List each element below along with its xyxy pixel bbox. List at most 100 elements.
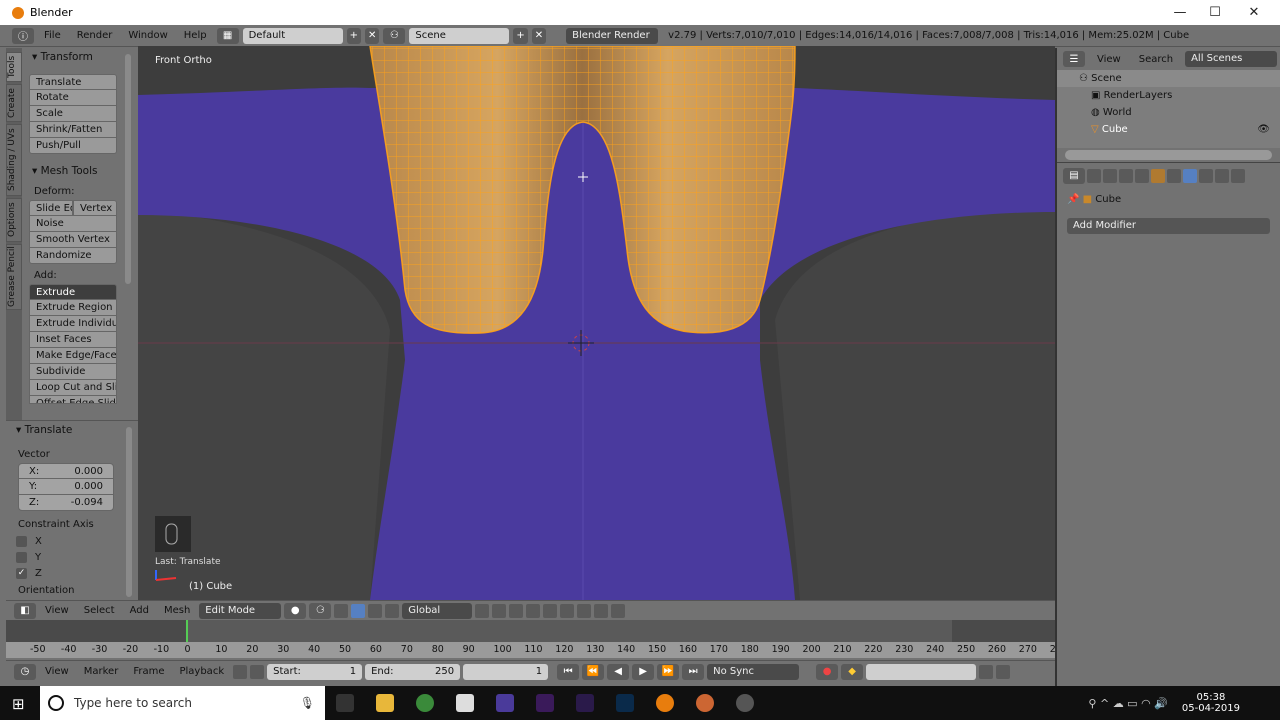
smooth-vertex-button[interactable]: Smooth Vertex xyxy=(29,232,117,248)
outliner-menu-view[interactable]: View xyxy=(1091,54,1127,65)
constraints-tab-icon[interactable] xyxy=(1167,168,1181,183)
outliner-menu-search[interactable]: Search xyxy=(1133,54,1179,65)
outliner-item-scene[interactable]: ⚇ Scene xyxy=(1057,70,1280,87)
play-reverse-button[interactable]: ◀ xyxy=(607,663,630,680)
inset-faces-button[interactable]: Inset Faces xyxy=(29,332,117,348)
pivot-icon[interactable]: ⚆ xyxy=(309,602,332,619)
face-select-icon[interactable] xyxy=(509,603,524,618)
operator-scrollbar[interactable] xyxy=(126,427,132,597)
timeline-editor-type-icon[interactable]: ◷ xyxy=(14,663,36,680)
microphone-icon[interactable]: 🎙 xyxy=(300,696,315,710)
firefox-icon[interactable] xyxy=(696,694,714,712)
menu-marker[interactable]: Marker xyxy=(78,666,125,677)
preview-range-icon[interactable] xyxy=(233,664,248,679)
rotate-manipulator-icon[interactable] xyxy=(368,603,383,618)
vertex-select-icon[interactable] xyxy=(475,603,490,618)
minimize-button[interactable]: — xyxy=(1160,0,1200,25)
snap-icon[interactable] xyxy=(560,603,575,618)
start-frame-field[interactable]: Start: 1 xyxy=(267,663,363,680)
layout-icon[interactable]: ▦ xyxy=(216,27,239,44)
constraint-x-checkbox[interactable]: X xyxy=(6,533,138,549)
translate-manipulator-icon[interactable] xyxy=(351,603,366,618)
remove-layout-button[interactable]: ✕ xyxy=(364,27,380,44)
substance-icon[interactable] xyxy=(496,694,514,712)
modifiers-tab-icon[interactable] xyxy=(1183,168,1197,183)
sync-select[interactable]: No Sync xyxy=(707,663,800,680)
menu-help[interactable]: Help xyxy=(178,30,213,41)
noise-button[interactable]: Noise xyxy=(29,216,117,232)
properties-editor-type-icon[interactable]: ▤ xyxy=(1063,167,1085,184)
lock-icon[interactable] xyxy=(250,664,265,679)
extrude-select[interactable]: Extrude xyxy=(29,284,117,300)
add-scene-button[interactable]: + xyxy=(513,27,528,44)
data-tab-icon[interactable] xyxy=(1199,168,1213,183)
translate-button[interactable]: Translate xyxy=(29,74,117,90)
premiere-icon[interactable] xyxy=(536,694,554,712)
limit-selection-icon[interactable] xyxy=(526,603,541,618)
record-button[interactable]: ● xyxy=(816,663,839,680)
tool-shelf-scrollbar[interactable] xyxy=(125,54,131,284)
menu-file[interactable]: File xyxy=(38,30,67,41)
object-tab-icon[interactable] xyxy=(1151,168,1165,183)
make-edge-face-button[interactable]: Make Edge/Face xyxy=(29,348,117,364)
translate-panel-header[interactable]: ▾ Translate xyxy=(6,421,138,439)
loop-cut-button[interactable]: Loop Cut and Sli... xyxy=(29,380,117,396)
current-frame-field[interactable]: 1 xyxy=(463,663,549,680)
menu-view[interactable]: View xyxy=(39,605,75,616)
timeline-area[interactable] xyxy=(6,620,1055,642)
end-frame-field[interactable]: End: 250 xyxy=(365,663,461,680)
scene-tab-icon[interactable] xyxy=(1119,168,1133,183)
outliner-item-cube[interactable]: ▽ Cube 👁 xyxy=(1057,121,1280,138)
constraint-y-checkbox[interactable]: Y xyxy=(6,549,138,565)
timeline-ruler[interactable]: -50 -40 -30 -20 -10 0 10 20 30 40 50 60 70 80 90 100 110… xyxy=(6,642,1068,658)
tab-grease-pencil[interactable]: Grease Pencil xyxy=(6,244,22,310)
texture-tab-icon[interactable] xyxy=(1231,168,1245,183)
render-tab-icon[interactable] xyxy=(1087,168,1101,183)
chrome-icon[interactable] xyxy=(416,694,434,712)
menu-view[interactable]: View xyxy=(39,666,75,677)
vector-x-field[interactable]: X: 0.000 xyxy=(18,463,114,479)
world-tab-icon[interactable] xyxy=(1135,168,1149,183)
extrude-individual-button[interactable]: Extrude Individual xyxy=(29,316,117,332)
vector-z-field[interactable]: Z: -0.094 xyxy=(18,495,114,511)
jump-end-button[interactable]: ⏭ xyxy=(682,663,705,680)
taskbar-clock[interactable]: 05:38 05-04-2019 xyxy=(1182,692,1240,714)
offset-edge-slide-button[interactable]: Offset Edge Slide xyxy=(29,396,117,404)
obs-icon[interactable] xyxy=(736,694,754,712)
layout-select[interactable]: Default xyxy=(242,27,343,44)
menu-window[interactable]: Window xyxy=(122,30,173,41)
extrude-region-button[interactable]: Extrude Region xyxy=(29,300,117,316)
blender-taskbar-icon[interactable] xyxy=(656,694,674,712)
editor-type-icon[interactable]: ◧ xyxy=(14,602,36,619)
outliner-filter-select[interactable]: All Scenes xyxy=(1185,51,1278,67)
task-view-icon[interactable] xyxy=(336,694,354,712)
render-layers-tab-icon[interactable] xyxy=(1103,168,1117,183)
opengl-render-icon[interactable] xyxy=(594,603,609,618)
3d-viewport[interactable]: Front Ortho Last: Translate (1) Cube xyxy=(138,46,1055,600)
scale-manipulator-icon[interactable] xyxy=(385,603,400,618)
slide-edge-button[interactable]: Slide Ed xyxy=(29,200,73,216)
viewport-canvas[interactable] xyxy=(138,46,1055,600)
render-engine-select[interactable]: Blender Render xyxy=(566,27,659,44)
insert-keyframe-icon[interactable] xyxy=(979,664,994,679)
tab-tools[interactable]: Tools xyxy=(6,52,22,82)
current-frame-marker[interactable] xyxy=(186,620,188,642)
viewport-shading-icon[interactable]: ● xyxy=(284,602,307,619)
tab-options[interactable]: Options xyxy=(6,198,22,242)
menu-playback[interactable]: Playback xyxy=(173,666,230,677)
subdivide-button[interactable]: Subdivide xyxy=(29,364,117,380)
transform-panel-header[interactable]: ▾ Transform xyxy=(22,48,138,66)
slide-vertex-button[interactable]: Vertex xyxy=(73,200,117,216)
play-button[interactable]: ▶ xyxy=(632,663,655,680)
remove-scene-button[interactable]: ✕ xyxy=(531,27,547,44)
scene-icon[interactable]: ⚇ xyxy=(383,27,406,44)
constraint-z-checkbox[interactable]: ✓ Z xyxy=(6,565,138,581)
maximize-button[interactable]: ☐ xyxy=(1195,0,1235,25)
windows-start-icon[interactable]: ⊞ xyxy=(12,695,25,713)
edge-select-icon[interactable] xyxy=(492,603,507,618)
mesh-tools-panel-header[interactable]: ▾ Mesh Tools xyxy=(22,162,138,180)
menu-add[interactable]: Add xyxy=(124,605,155,616)
menu-select[interactable]: Select xyxy=(78,605,121,616)
outliner-item-renderlayers[interactable]: ▣ RenderLayers xyxy=(1057,87,1280,104)
jump-keyframe-forward-button[interactable]: ⏩ xyxy=(657,663,680,680)
